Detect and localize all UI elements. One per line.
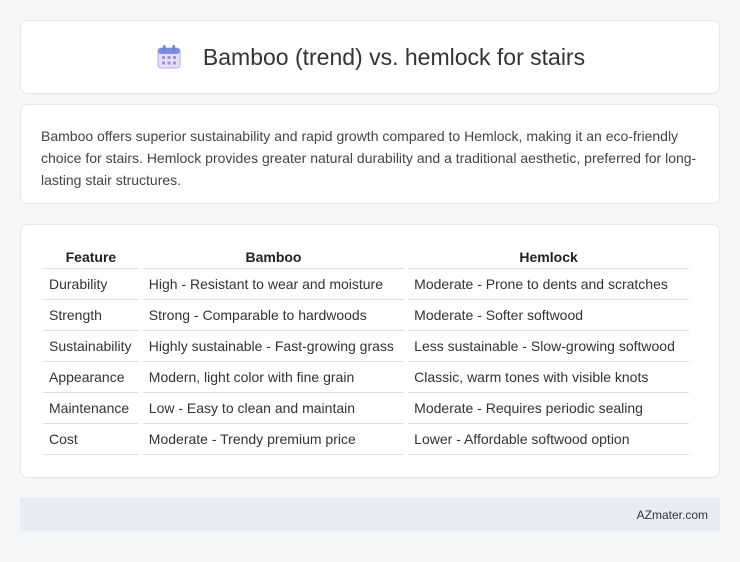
summary-card: Bamboo offers superior sustainability an…: [20, 104, 720, 204]
footer-source: AZmater.com: [636, 507, 708, 522]
footer: AZmater.com: [20, 498, 720, 531]
feature-cell: Maintenance: [43, 393, 139, 424]
bamboo-cell: Modern, light color with fine grain: [142, 362, 405, 393]
bamboo-cell: Highly sustainable - Fast-growing grass: [142, 331, 405, 362]
table-row: Strength Strong - Comparable to hardwood…: [43, 300, 689, 331]
calendar-icon: [157, 45, 181, 69]
hemlock-cell: Moderate - Requires periodic sealing: [408, 393, 689, 424]
hemlock-cell: Less sustainable - Slow-growing softwood: [408, 331, 689, 362]
table-row: Appearance Modern, light color with fine…: [43, 362, 689, 393]
table-row: Sustainability Highly sustainable - Fast…: [43, 331, 689, 362]
comparison-table: Feature Bamboo Hemlock Durability High -…: [39, 247, 693, 455]
table-row: Cost Moderate - Trendy premium price Low…: [43, 424, 689, 455]
feature-cell: Cost: [43, 424, 139, 455]
feature-cell: Strength: [43, 300, 139, 331]
hemlock-cell: Classic, warm tones with visible knots: [408, 362, 689, 393]
bamboo-cell: High - Resistant to wear and moisture: [142, 269, 405, 300]
header-feature: Feature: [43, 247, 139, 269]
hemlock-cell: Moderate - Softer softwood: [408, 300, 689, 331]
header-bamboo: Bamboo: [142, 247, 405, 269]
title-card: Bamboo (trend) vs. hemlock for stairs: [20, 20, 720, 94]
hemlock-cell: Lower - Affordable softwood option: [408, 424, 689, 455]
table-row: Durability High - Resistant to wear and …: [43, 269, 689, 300]
feature-cell: Sustainability: [43, 331, 139, 362]
comparison-table-card: Feature Bamboo Hemlock Durability High -…: [20, 224, 720, 478]
feature-cell: Appearance: [43, 362, 139, 393]
bamboo-cell: Strong - Comparable to hardwoods: [142, 300, 405, 331]
bamboo-cell: Low - Easy to clean and maintain: [142, 393, 405, 424]
page-title: Bamboo (trend) vs. hemlock for stairs: [202, 43, 586, 70]
header-hemlock: Hemlock: [408, 247, 689, 269]
summary-text: Bamboo offers superior sustainability an…: [41, 128, 697, 188]
hemlock-cell: Moderate - Prone to dents and scratches: [408, 269, 689, 300]
bamboo-cell: Moderate - Trendy premium price: [142, 424, 405, 455]
table-header-row: Feature Bamboo Hemlock: [43, 247, 689, 269]
table-row: Maintenance Low - Easy to clean and main…: [43, 393, 689, 424]
feature-cell: Durability: [43, 269, 139, 300]
